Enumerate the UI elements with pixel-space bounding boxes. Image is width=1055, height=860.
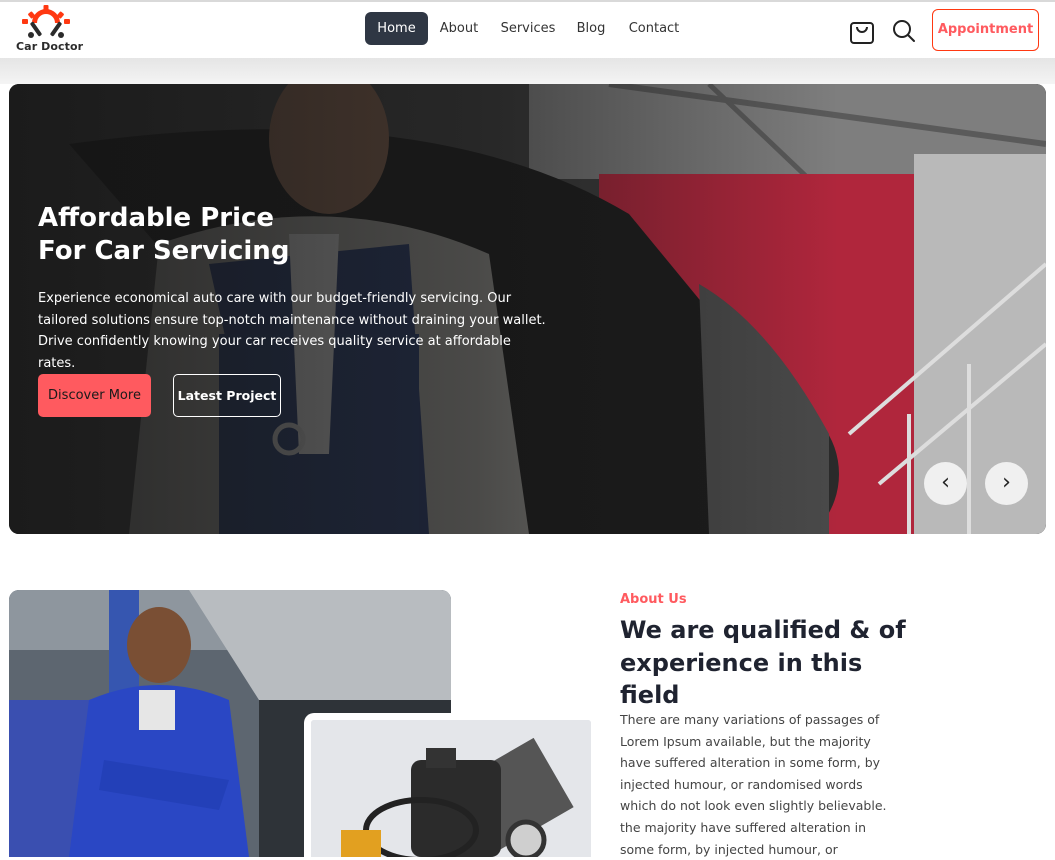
chevron-right-icon: › — [1002, 470, 1011, 495]
search-icon[interactable] — [891, 18, 917, 44]
nav-home[interactable]: Home — [365, 12, 428, 45]
about-text: There are many variations of passages of… — [620, 712, 887, 857]
hero-title-line2: For Car Servicing — [38, 236, 290, 266]
gear-wrench-logo-icon — [22, 5, 70, 38]
about-parts-image — [304, 713, 598, 857]
logo[interactable]: Car Doctor — [15, 5, 83, 55]
chevron-left-icon: ‹ — [941, 470, 950, 495]
nav-contact[interactable]: Contact — [627, 12, 681, 45]
header-shadow-band — [0, 58, 1055, 84]
hero-title-line1: Affordable Price — [38, 203, 275, 233]
hero-banner: Affordable Price For Car Servicing Exper… — [9, 84, 1046, 534]
hero-description: Experience economical auto care with our… — [38, 291, 546, 371]
nav-about[interactable]: About — [435, 12, 483, 45]
nav-blog[interactable]: Blog — [572, 12, 610, 45]
nav-services[interactable]: Services — [499, 12, 557, 45]
about-label: About Us — [620, 592, 687, 607]
discover-more-button[interactable]: Discover More — [38, 374, 151, 417]
slider-next-button[interactable]: › — [985, 462, 1028, 505]
slider-prev-button[interactable]: ‹ — [924, 462, 967, 505]
about-title: We are qualified & of experience in this… — [620, 616, 906, 709]
appointment-button[interactable]: Appointment — [932, 9, 1039, 51]
shopping-bag-icon[interactable] — [849, 17, 875, 45]
navbar: Car Doctor Home About Services Blog Cont… — [0, 0, 1055, 58]
hero-title: Affordable Price For Car Servicing — [38, 202, 458, 268]
latest-project-button[interactable]: Latest Project — [173, 374, 281, 417]
logo-text: Car Doctor — [16, 40, 84, 53]
